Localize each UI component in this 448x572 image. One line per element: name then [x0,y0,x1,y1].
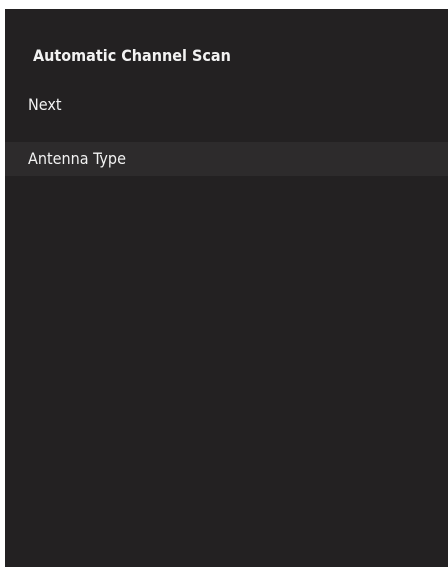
menu-item-antenna-type[interactable]: Antenna Type [5,142,448,176]
menu-item-next[interactable]: Next [5,88,448,122]
page-title: Automatic Channel Scan [33,46,231,65]
channel-scan-screen: Automatic Channel Scan Next Antenna Type [5,9,448,567]
